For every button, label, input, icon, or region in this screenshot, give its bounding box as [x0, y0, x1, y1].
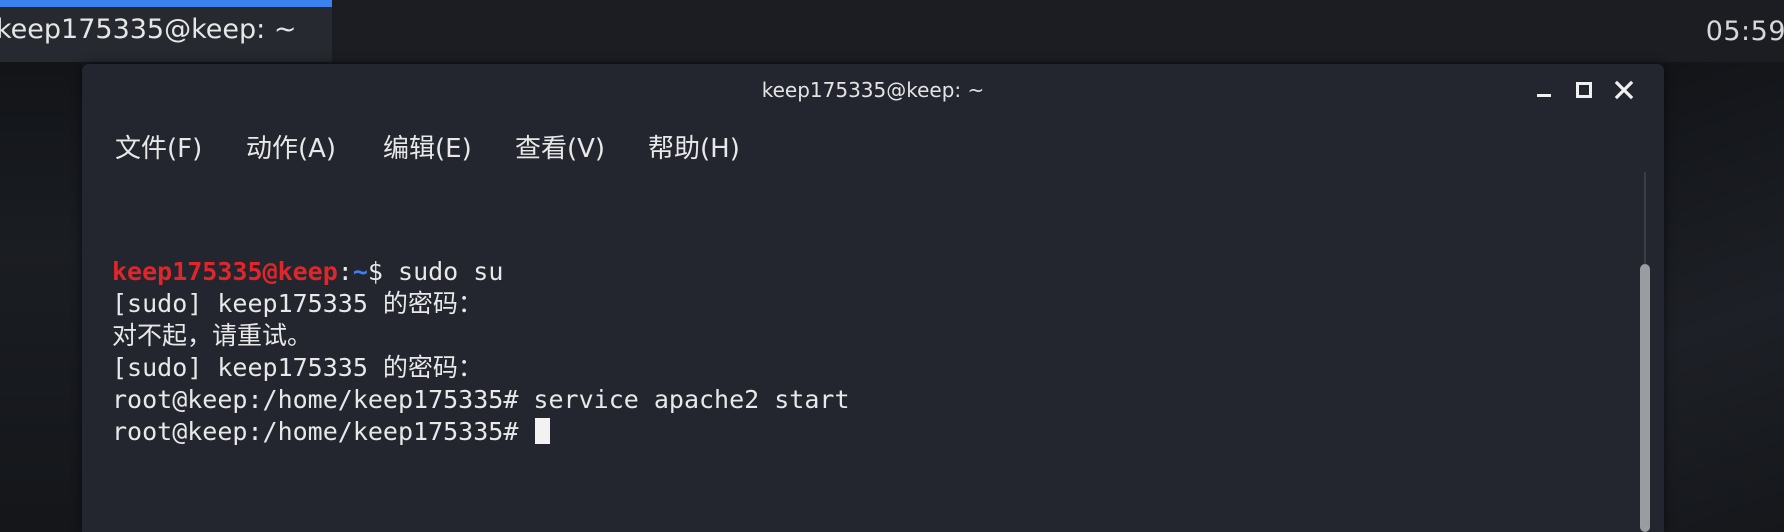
- prompt-separator: :: [337, 257, 353, 286]
- desktop-background-right: [1664, 62, 1784, 532]
- prompt-user: keep175335@keep: [112, 257, 338, 286]
- terminal-output[interactable]: keep175335@keep:~$ sudo su [sudo] keep17…: [82, 172, 1642, 532]
- menu-view[interactable]: 查看(V): [515, 128, 605, 165]
- terminal-line-4: [sudo] keep175335 的密码：: [112, 353, 483, 382]
- terminal-line-6: root@keep:/home/keep175335#: [112, 416, 551, 448]
- window-title: keep175335@keep: ~: [761, 78, 985, 102]
- taskbar-window-button[interactable]: keep175335@keep: ~: [0, 0, 332, 62]
- scrollbar[interactable]: [1636, 172, 1656, 532]
- terminal-line-3: 对不起，请重试。: [112, 321, 313, 350]
- root-prompt: root@keep:/home/keep175335#: [112, 417, 534, 446]
- menu-action[interactable]: 动作(A): [246, 128, 336, 165]
- close-icon[interactable]: [1612, 78, 1636, 102]
- menubar: 文件(F) 动作(A) 编辑(E) 查看(V) 帮助(H): [82, 124, 1664, 170]
- prompt-symbol: $: [367, 257, 399, 286]
- scroll-thumb[interactable]: [1640, 264, 1650, 532]
- active-indicator: [0, 0, 332, 7]
- minimize-icon[interactable]: [1532, 78, 1556, 102]
- maximize-icon[interactable]: [1572, 78, 1596, 102]
- clock[interactable]: 05:59: [1706, 16, 1784, 47]
- text-cursor: [535, 418, 551, 444]
- taskbar-window-title: keep175335@keep: ~: [0, 14, 297, 45]
- command-text: sudo su: [398, 257, 504, 286]
- terminal-window: keep175335@keep: ~ 文件(F) 动作(A) 编辑(E) 查看(…: [82, 64, 1664, 532]
- terminal-line-1: keep175335@keep:~$ sudo su: [112, 256, 503, 288]
- menu-edit[interactable]: 编辑(E): [383, 128, 472, 165]
- desktop-background: [0, 62, 82, 532]
- prompt-path: ~: [352, 257, 368, 286]
- menu-file[interactable]: 文件(F): [115, 128, 202, 165]
- terminal-line-2: [sudo] keep175335 的密码：: [112, 289, 483, 318]
- top-panel: keep175335@keep: ~ 05:59: [0, 0, 1784, 62]
- menu-help[interactable]: 帮助(H): [648, 128, 740, 165]
- terminal-line-5: root@keep:/home/keep175335# service apac…: [112, 385, 850, 414]
- window-titlebar[interactable]: keep175335@keep: ~: [82, 64, 1664, 116]
